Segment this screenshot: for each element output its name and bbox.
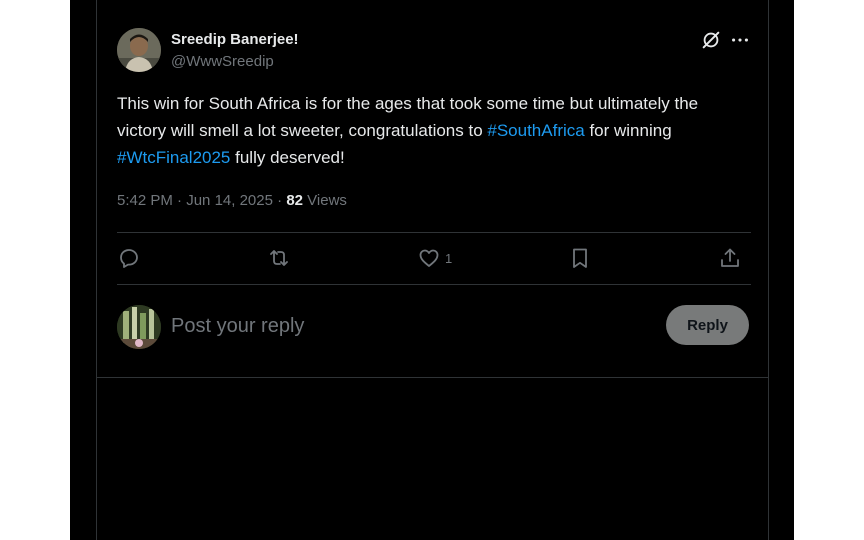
more-icon[interactable] [729,29,751,51]
action-bar: 1 [117,233,751,284]
tweet-text: This win for South Africa is for the age… [117,90,737,171]
grok-icon[interactable] [700,29,722,51]
tweet-meta: 5:42 PM · Jun 14, 2025 · 82 Views [117,192,347,209]
author-handle[interactable]: @WwwSreedip [171,53,274,70]
page-background: Sreedip Banerjee! @WwwSreedip This win f… [70,0,794,540]
tweet[interactable]: Sreedip Banerjee! @WwwSreedip This win f… [97,0,768,378]
heart-icon [419,249,439,267]
meta-separator: · [172,192,187,209]
share-icon [721,248,739,267]
views-label[interactable]: Views [303,192,347,209]
reply-submit-button[interactable]: Reply [666,305,749,345]
author-name[interactable]: Sreedip Banerjee! [171,31,299,48]
reply-icon [120,249,138,268]
share-button[interactable] [718,246,742,270]
meta-separator: · [272,192,287,209]
tweet-text-part: fully deserved! [230,148,345,167]
like-button[interactable]: 1 [417,246,452,270]
current-user-avatar-image [117,305,161,349]
hashtag-link[interactable]: #WtcFinal2025 [117,148,230,167]
tweet-text-part: for winning [584,121,672,140]
reply-button[interactable] [117,246,141,270]
reply-input[interactable] [171,310,651,342]
bookmark-icon [573,248,587,268]
repost-icon [270,250,288,266]
views-count[interactable]: 82 [286,192,303,209]
divider [117,284,751,285]
author-avatar[interactable] [117,28,161,72]
repost-button[interactable] [267,246,291,270]
hashtag-link[interactable]: #SouthAfrica [487,121,584,140]
tweet-date[interactable]: Jun 14, 2025 [186,192,273,209]
tweet-time[interactable]: 5:42 PM [117,192,173,209]
like-count: 1 [445,250,453,266]
author-avatar-image [117,28,161,72]
timeline-column: Sreedip Banerjee! @WwwSreedip This win f… [96,0,769,540]
bookmark-button[interactable] [568,246,592,270]
current-user-avatar[interactable] [117,305,161,349]
